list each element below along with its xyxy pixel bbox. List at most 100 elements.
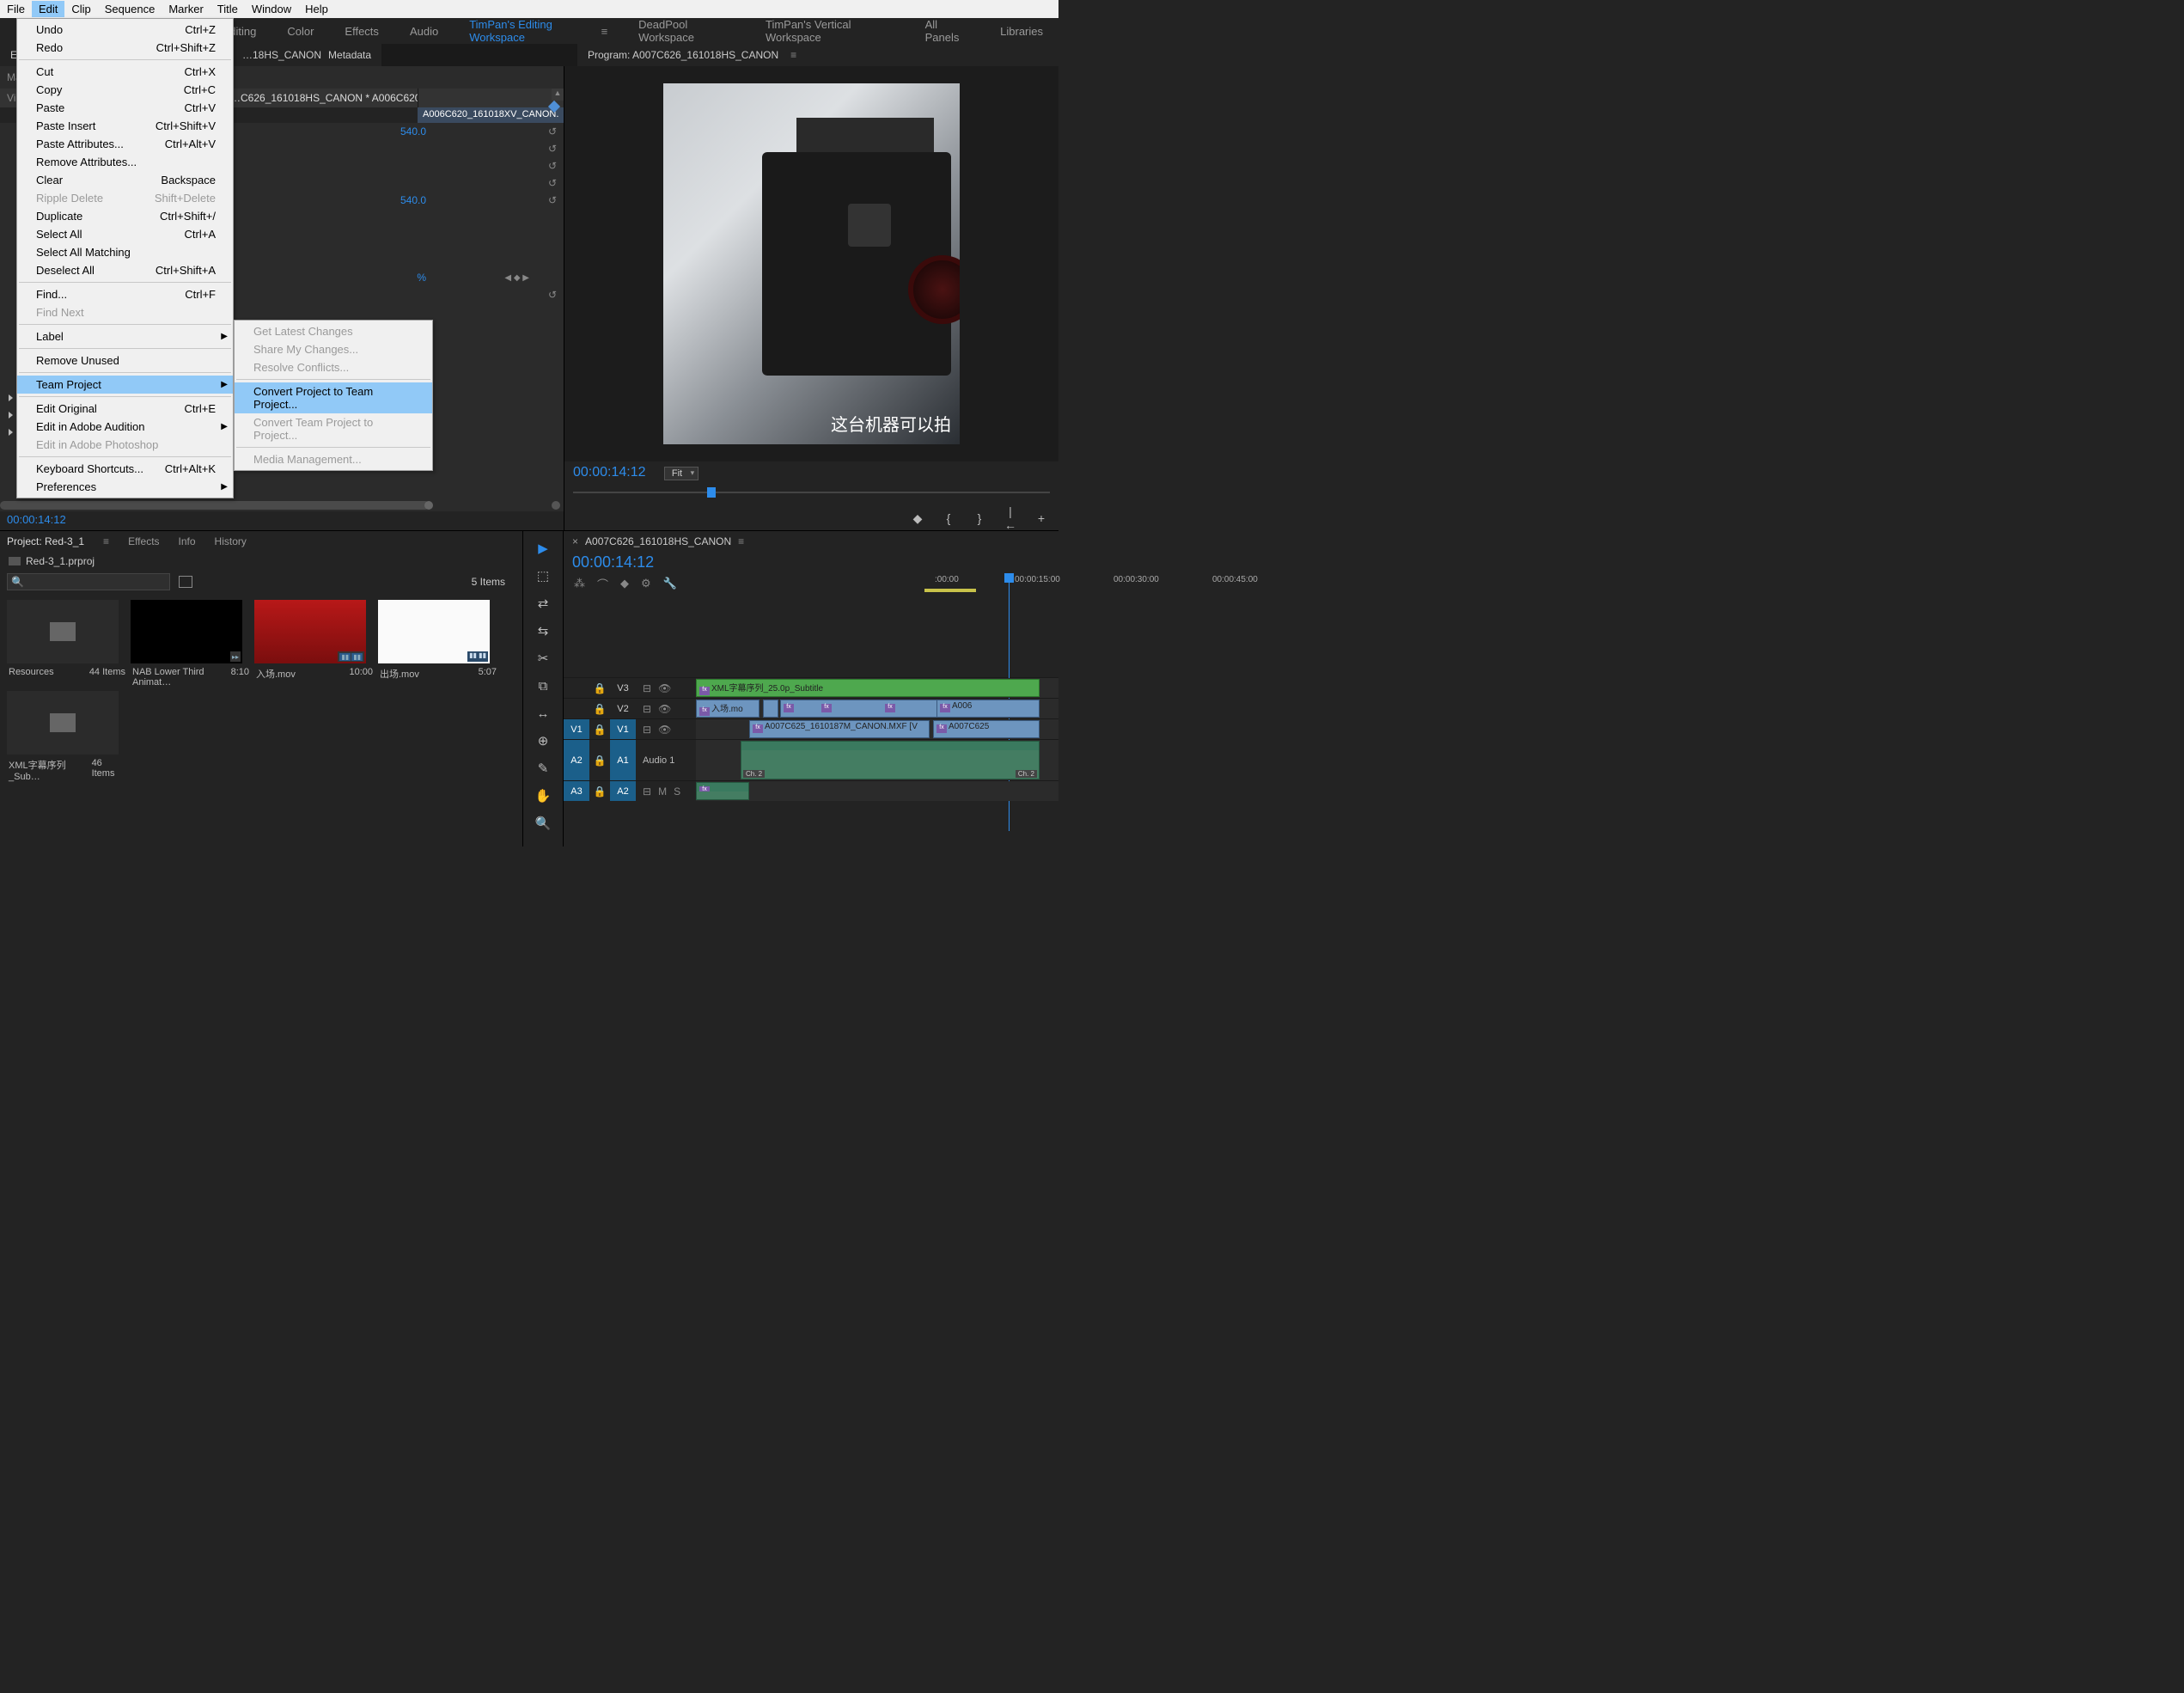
eye-icon[interactable]: 👁: [658, 703, 671, 715]
close-sequence-icon[interactable]: ×: [572, 535, 578, 547]
solo-icon[interactable]: S: [674, 785, 680, 798]
track-lane[interactable]: fx入场.mofxfxfxfxfxfxA006: [696, 699, 1058, 718]
settings-icon[interactable]: ⚙: [641, 577, 651, 590]
track-target[interactable]: V2: [610, 699, 636, 718]
menu-title[interactable]: Title: [210, 1, 245, 17]
clip[interactable]: fx: [696, 782, 749, 800]
menu-file[interactable]: File: [0, 1, 32, 17]
project-tab[interactable]: Project: Red-3_1: [7, 535, 84, 547]
menu-item-undo[interactable]: UndoCtrl+Z: [17, 21, 233, 39]
timeline-tool-9[interactable]: ✋: [533, 785, 553, 806]
panel-menu-icon[interactable]: ≡: [103, 535, 109, 547]
track-target[interactable]: A1: [610, 740, 636, 780]
source-tab-clip[interactable]: …18HS_CANON: [242, 49, 321, 61]
track-lane[interactable]: fx: [696, 781, 1058, 801]
timeline-timecode[interactable]: 00:00:14:12: [564, 552, 1058, 573]
scrollbar-handle[interactable]: [552, 501, 560, 510]
menu-item-remove-attributes-[interactable]: Remove Attributes...: [17, 153, 233, 171]
marker-icon[interactable]: ◆: [911, 511, 924, 526]
project-thumbnail[interactable]: ▮▮▮▮: [254, 600, 366, 663]
disclosure-icon[interactable]: [9, 429, 13, 436]
menu-item-paste-insert[interactable]: Paste InsertCtrl+Shift+V: [17, 117, 233, 135]
menu-item-select-all-matching[interactable]: Select All Matching: [17, 243, 233, 261]
project-item[interactable]: ▮▮▮▮入场.mov10:00: [254, 600, 375, 688]
menu-item-redo[interactable]: RedoCtrl+Shift+Z: [17, 39, 233, 57]
scroll-up-icon[interactable]: ▲: [552, 89, 564, 101]
workspace-timpan-editing[interactable]: TimPan's Editing Workspace ≡: [454, 18, 623, 44]
add-button-icon[interactable]: +: [1034, 511, 1048, 525]
source-patch[interactable]: A3: [564, 781, 589, 801]
track-lane[interactable]: Ch. 2Ch. 2: [696, 740, 1058, 780]
project-item[interactable]: ▮▮ ▮▮出场.mov5:07: [378, 600, 498, 688]
timeline-tool-2[interactable]: ⇄: [533, 593, 553, 614]
keyframe-nav-icon[interactable]: ◀ ◆ ▶: [504, 273, 529, 283]
source-patch[interactable]: [564, 678, 589, 698]
disclosure-icon[interactable]: [9, 394, 13, 401]
sequence-name[interactable]: A007C626_161018HS_CANON: [585, 535, 731, 547]
reset-icon[interactable]: ↺: [548, 125, 557, 138]
clip[interactable]: fxA007C625_1610187M_CANON.MXF [V: [749, 720, 930, 738]
menu-item-copy[interactable]: CopyCtrl+C: [17, 81, 233, 99]
menu-item-team-project[interactable]: Team Project▶: [17, 376, 233, 394]
track-target[interactable]: V3: [610, 678, 636, 698]
ec-percent-value[interactable]: %: [417, 272, 426, 284]
clip[interactable]: fxA006: [936, 700, 1040, 718]
track-output-icon[interactable]: ⊟: [643, 785, 651, 798]
menu-item-duplicate[interactable]: DuplicateCtrl+Shift+/: [17, 207, 233, 225]
marker-icon[interactable]: ◆: [620, 577, 629, 590]
effect-controls-timeline-clip[interactable]: A006C620_161018XV_CANON.: [418, 107, 564, 123]
out-point-icon[interactable]: }: [973, 511, 986, 525]
mute-icon[interactable]: M: [658, 785, 667, 798]
menu-sequence[interactable]: Sequence: [98, 1, 162, 17]
project-thumbnail[interactable]: ▮▮ ▮▮: [378, 600, 490, 663]
project-thumbnail[interactable]: ▸▸: [131, 600, 242, 663]
menu-item-find-[interactable]: Find...Ctrl+F: [17, 285, 233, 303]
clip[interactable]: fx入场.mo: [696, 700, 760, 718]
eye-icon[interactable]: 👁: [658, 682, 671, 694]
timeline-tool-7[interactable]: ⊕: [533, 730, 553, 751]
ec-property-value[interactable]: 540.0: [400, 194, 426, 206]
timeline-tool-8[interactable]: ✎: [533, 758, 553, 779]
menu-item-deselect-all[interactable]: Deselect AllCtrl+Shift+A: [17, 261, 233, 279]
timeline-tool-5[interactable]: ⧉: [533, 675, 553, 696]
reset-icon[interactable]: ↺: [548, 143, 557, 155]
track-target[interactable]: V1: [610, 719, 636, 739]
menu-item-keyboard-shortcuts-[interactable]: Keyboard Shortcuts...Ctrl+Alt+K: [17, 460, 233, 478]
track-output-icon[interactable]: ⊟: [643, 682, 651, 694]
track-lane[interactable]: fxXML字幕序列_25.0p_Subtitle: [696, 678, 1058, 698]
history-tab[interactable]: History: [215, 535, 247, 547]
effects-tab[interactable]: Effects: [128, 535, 159, 547]
menu-item-cut[interactable]: CutCtrl+X: [17, 63, 233, 81]
panel-menu-icon[interactable]: ≡: [738, 535, 744, 547]
menu-item-edit-in-adobe-audition[interactable]: Edit in Adobe Audition▶: [17, 418, 233, 436]
scrollbar-handle[interactable]: [424, 501, 433, 510]
effect-controls-subtab-vi[interactable]: Vi: [7, 92, 15, 104]
track-output-icon[interactable]: ⊟: [643, 703, 651, 715]
ec-property-value[interactable]: 540.0: [400, 125, 426, 138]
menu-item-label[interactable]: Label▶: [17, 327, 233, 345]
timeline-tool-1[interactable]: ⬚: [533, 565, 553, 586]
menu-marker[interactable]: Marker: [162, 1, 210, 17]
track-output-icon[interactable]: ⊟: [643, 724, 651, 736]
timeline-tool-4[interactable]: ✂: [533, 648, 553, 669]
timeline-tool-6[interactable]: ↔: [533, 703, 553, 724]
scrollbar-thumb[interactable]: [0, 501, 430, 510]
menu-item-preferences[interactable]: Preferences▶: [17, 478, 233, 496]
program-zoom-dropdown[interactable]: Fit: [664, 467, 699, 480]
source-patch[interactable]: V1: [564, 719, 589, 739]
workspace-color[interactable]: Color: [271, 18, 329, 44]
workspace-libraries[interactable]: Libraries: [985, 18, 1058, 44]
clip[interactable]: [763, 700, 778, 718]
menu-item-clear[interactable]: ClearBackspace: [17, 171, 233, 189]
clip[interactable]: fxXML字幕序列_25.0p_Subtitle: [696, 679, 1040, 697]
go-to-in-icon[interactable]: |←: [1004, 504, 1017, 532]
timeline-tool-0[interactable]: ▶: [533, 538, 553, 559]
track-lane[interactable]: fxA007C625_1610187M_CANON.MXF [VfxA007C6…: [696, 719, 1058, 739]
menu-item-edit-original[interactable]: Edit OriginalCtrl+E: [17, 400, 233, 418]
lock-icon[interactable]: 🔒: [589, 699, 610, 718]
snap-icon[interactable]: ⁂: [574, 577, 585, 590]
project-item[interactable]: ▸▸NAB Lower Third Animat…8:10: [131, 600, 251, 688]
project-item[interactable]: XML字幕序列_Sub…46 Items: [7, 691, 127, 782]
reset-icon[interactable]: ↺: [548, 194, 557, 206]
program-timecode[interactable]: 00:00:14:12: [573, 465, 646, 480]
